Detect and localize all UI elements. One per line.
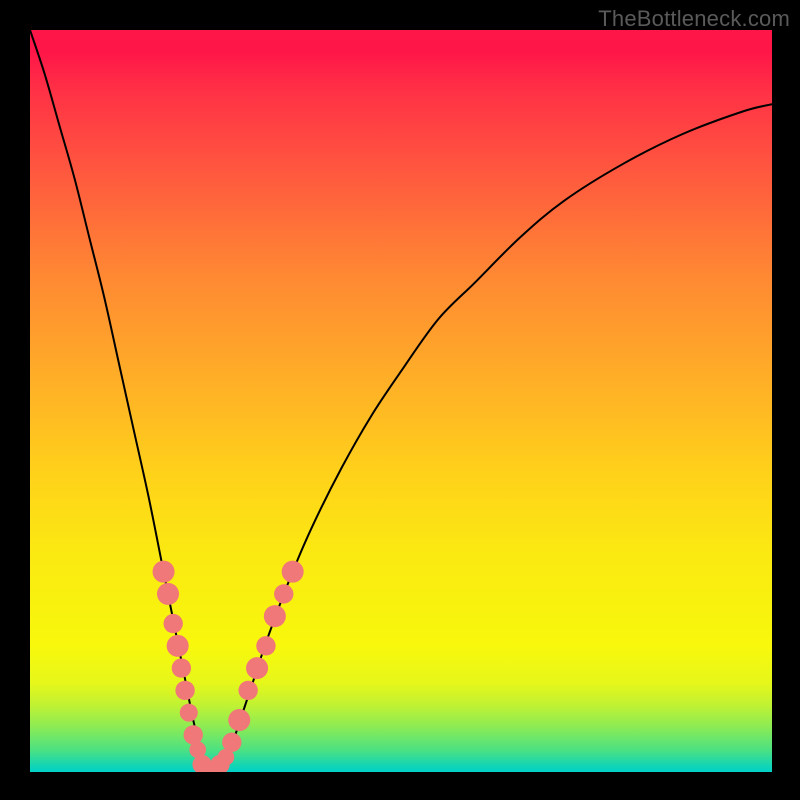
marker-dot bbox=[228, 709, 250, 731]
marker-dot bbox=[246, 657, 268, 679]
marker-dot bbox=[172, 658, 191, 677]
marker-dot bbox=[180, 704, 198, 722]
marker-dot bbox=[167, 635, 189, 657]
plot-area bbox=[30, 30, 772, 772]
chart-frame: TheBottleneck.com bbox=[0, 0, 800, 800]
marker-dot bbox=[175, 681, 194, 700]
marker-dot bbox=[153, 561, 175, 583]
bottleneck-curve bbox=[30, 30, 772, 772]
chart-svg bbox=[30, 30, 772, 772]
watermark-text: TheBottleneck.com bbox=[598, 6, 790, 32]
highlight-dots bbox=[153, 561, 304, 772]
marker-dot bbox=[238, 681, 257, 700]
marker-dot bbox=[256, 636, 275, 655]
marker-dot bbox=[184, 725, 203, 744]
marker-dot bbox=[264, 605, 286, 627]
marker-dot bbox=[157, 583, 179, 605]
marker-dot bbox=[222, 733, 241, 752]
marker-dot bbox=[164, 614, 183, 633]
marker-dot bbox=[282, 561, 304, 583]
marker-dot bbox=[274, 584, 293, 603]
